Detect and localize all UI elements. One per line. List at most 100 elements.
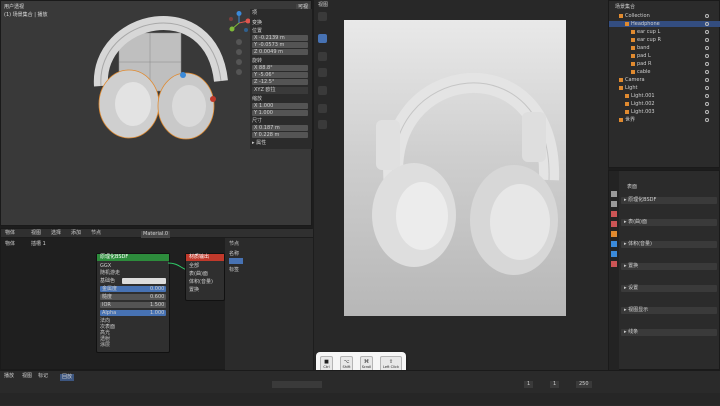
node-name-field[interactable] bbox=[229, 258, 243, 264]
visibility-icon[interactable] bbox=[705, 78, 709, 82]
outliner-item[interactable]: pad R bbox=[609, 61, 720, 67]
properties-section[interactable]: ▸ 线条 bbox=[621, 329, 717, 336]
n-panel[interactable]: 项 变换 位置 X -0.2139 m Y -0.0573 m Z 0.0049… bbox=[250, 9, 312, 149]
loc-y[interactable]: Y -0.0573 m bbox=[254, 43, 284, 48]
material-tab-icon[interactable] bbox=[611, 261, 617, 267]
properties-section[interactable]: ▸ 设置 bbox=[621, 285, 717, 292]
properties-section[interactable]: ▸ 原理化BSDF bbox=[621, 197, 717, 204]
annotate-tool-icon[interactable] bbox=[318, 86, 327, 95]
visibility-icon[interactable] bbox=[705, 110, 709, 114]
timeline[interactable]: 播放 视图 标记 回放 1 1 250 bbox=[0, 370, 720, 406]
timeline-track[interactable] bbox=[0, 393, 720, 405]
visibility-icon[interactable] bbox=[705, 86, 709, 90]
node-name-row[interactable]: 名称 bbox=[229, 252, 239, 257]
bsdf-fields[interactable]: 基础色 金属度 0.000 糙度 0.600 IOR 1.500 Alpha 1… bbox=[100, 278, 166, 318]
properties-editor[interactable]: 表面 ▸ 原理化BSDF ▸ 表(曲)面 ▸ 体积(音量) ▸ 置换 ▸ 设置 ▸ 视图显… bbox=[608, 170, 720, 371]
world-tab-icon[interactable] bbox=[611, 221, 617, 227]
output-displacement[interactable]: 置换 bbox=[189, 288, 199, 293]
render-tab-icon[interactable] bbox=[611, 191, 617, 197]
header-menu-add[interactable]: 添加 bbox=[71, 231, 81, 236]
visibility-icon[interactable] bbox=[705, 102, 709, 106]
output-volume[interactable]: 体积(音量) bbox=[189, 280, 213, 285]
bsdf-subtitle[interactable]: GGX bbox=[100, 264, 111, 269]
render-view[interactable]: 视图 ■ Ctrl ⌥ Shift ⌘ Scroll ⇧ Left Click bbox=[314, 0, 608, 378]
properties-section[interactable]: ▸ 体积(音量) bbox=[621, 241, 717, 248]
rot-x[interactable]: X 88.8° bbox=[254, 66, 273, 71]
visibility-icon[interactable] bbox=[705, 62, 709, 66]
loc-x[interactable]: X -0.2139 m bbox=[254, 36, 285, 41]
properties-section[interactable]: ▸ 置换 bbox=[621, 263, 717, 270]
current-frame[interactable]: 1 bbox=[524, 381, 534, 388]
add-cube-tool-icon[interactable] bbox=[318, 120, 327, 129]
move-tool-icon[interactable] bbox=[318, 34, 327, 43]
material-output-node[interactable]: 材质输出 全部 表(曲)面 体积(音量) 置换 bbox=[185, 253, 225, 301]
visibility-icon[interactable] bbox=[705, 22, 709, 26]
visibility-icon[interactable] bbox=[705, 54, 709, 58]
outliner-item[interactable]: cable bbox=[609, 69, 720, 75]
outliner-item[interactable]: pad L bbox=[609, 53, 720, 59]
output-target[interactable]: 全部 bbox=[189, 264, 199, 269]
outliner-item[interactable]: band bbox=[609, 45, 720, 51]
modifier-tab-icon[interactable] bbox=[611, 241, 617, 247]
outliner-item[interactable]: Headphone bbox=[609, 21, 720, 27]
visibility-icon[interactable] bbox=[705, 38, 709, 42]
outliner-item[interactable]: Camera bbox=[609, 77, 720, 83]
physics-tab-icon[interactable] bbox=[611, 251, 617, 257]
playback-controls[interactable] bbox=[272, 381, 322, 388]
timeline-menu-marker[interactable]: 标记 bbox=[38, 374, 48, 379]
select-tool-icon[interactable] bbox=[318, 12, 327, 21]
render-canvas[interactable] bbox=[344, 20, 566, 316]
timeline-menu-view[interactable]: 视图 bbox=[22, 374, 32, 379]
grid-icon[interactable] bbox=[236, 69, 242, 75]
node-side-panel[interactable]: 节点 名称 标签 bbox=[225, 238, 313, 371]
outliner-item[interactable]: ear cup R bbox=[609, 37, 720, 43]
measure-tool-icon[interactable] bbox=[318, 104, 327, 113]
scale-tool-icon[interactable] bbox=[318, 68, 327, 77]
output-tab-icon[interactable] bbox=[611, 201, 617, 207]
header-menu-object[interactable]: 物体 bbox=[5, 231, 15, 236]
outliner-item[interactable]: Light bbox=[609, 85, 720, 91]
camera-icon[interactable] bbox=[236, 59, 242, 65]
headphones-model[interactable] bbox=[61, 1, 231, 151]
visibility-icon[interactable] bbox=[705, 70, 709, 74]
outliner-item[interactable]: Collection bbox=[609, 13, 720, 19]
header-menu-select[interactable]: 选择 bbox=[51, 231, 61, 236]
roughness-value[interactable]: 0.600 bbox=[150, 295, 164, 300]
zoom-icon[interactable] bbox=[236, 39, 242, 45]
rotation-mode[interactable]: XYZ 欧拉 bbox=[252, 87, 308, 94]
visibility-icon[interactable] bbox=[705, 30, 709, 34]
visibility-icon[interactable] bbox=[705, 94, 709, 98]
bsdf-node[interactable]: 原理化BSDF GGX 随机游走 基础色 金属度 0.000 糙度 0.600 … bbox=[96, 253, 170, 353]
dim-y[interactable]: Y 0.228 m bbox=[254, 133, 279, 138]
render-view-header[interactable]: 视图 bbox=[318, 3, 328, 8]
header-menu-node[interactable]: 节点 bbox=[91, 231, 101, 236]
properties-section[interactable]: ▸ 表(曲)面 bbox=[621, 219, 717, 226]
header-menu-view[interactable]: 视图 bbox=[31, 231, 41, 236]
slot-label[interactable]: 插槽 1 bbox=[31, 242, 46, 247]
alpha-value[interactable]: 1.000 bbox=[150, 311, 164, 316]
rotate-tool-icon[interactable] bbox=[318, 52, 327, 61]
rot-y[interactable]: Y -5.06° bbox=[254, 73, 274, 78]
scale-x[interactable]: X 1.000 bbox=[254, 104, 273, 109]
n-panel-tab[interactable]: 项 bbox=[252, 11, 257, 16]
timeline-menu-replay[interactable]: 回放 bbox=[60, 374, 75, 381]
dim-x[interactable]: X 0.187 m bbox=[254, 126, 280, 131]
properties-toggle[interactable]: ▸ 属性 bbox=[252, 141, 266, 146]
properties-tab-label[interactable]: 表面 bbox=[627, 185, 637, 190]
node-editor[interactable]: 物体 视图 选择 添加 节点 Material.0 物体 插槽 1 原理化BSD… bbox=[0, 228, 313, 371]
outliner-item[interactable]: Light.003 bbox=[609, 109, 720, 115]
visibility-icon[interactable] bbox=[705, 14, 709, 18]
outliner-item[interactable]: ear cup L bbox=[609, 29, 720, 35]
outliner-item[interactable]: Light.002 bbox=[609, 101, 720, 107]
end-frame[interactable]: 250 bbox=[576, 381, 592, 388]
scale-y[interactable]: Y 1.000 bbox=[254, 111, 273, 116]
output-surface[interactable]: 表(曲)面 bbox=[189, 272, 208, 277]
metallic-value[interactable]: 0.000 bbox=[150, 287, 164, 292]
visibility-icon[interactable] bbox=[705, 46, 709, 50]
rot-z[interactable]: Z -12.5° bbox=[254, 80, 274, 85]
material-name-field[interactable]: Material.0 bbox=[141, 231, 171, 238]
node-label-row[interactable]: 标签 bbox=[229, 268, 239, 273]
transform-section[interactable]: 变换 bbox=[252, 21, 262, 26]
object-tab-icon[interactable] bbox=[611, 231, 617, 237]
visibility-icon[interactable] bbox=[705, 118, 709, 122]
